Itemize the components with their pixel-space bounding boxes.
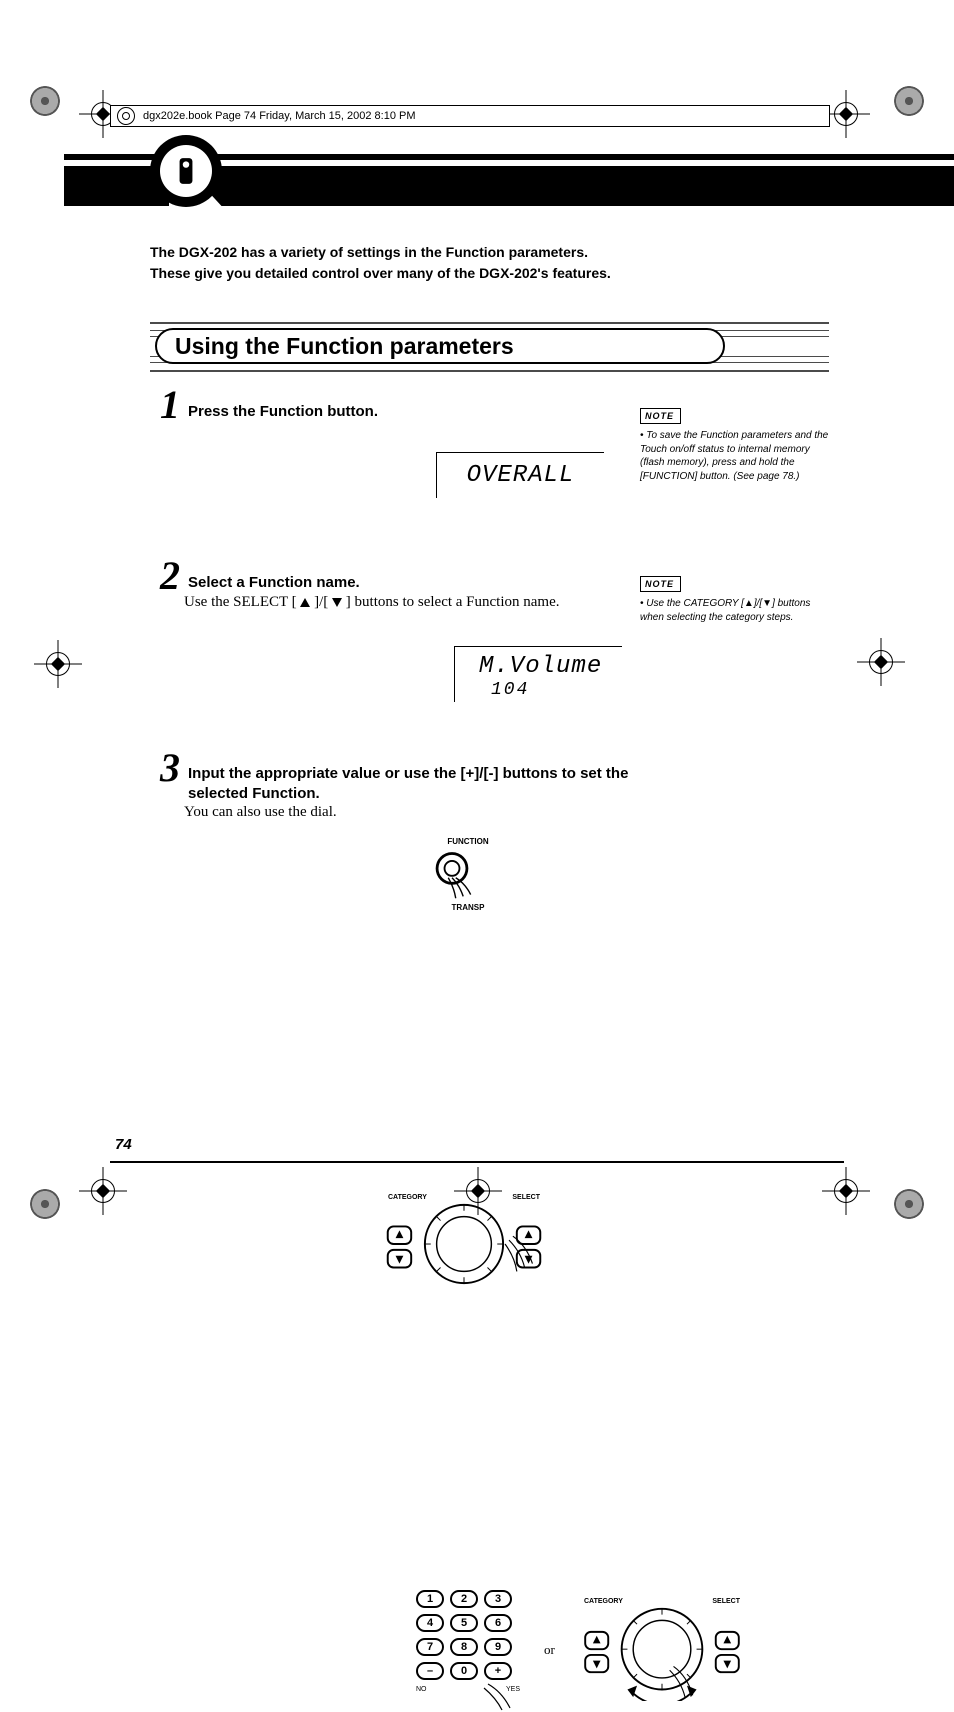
- note-label: NOTE: [640, 576, 681, 592]
- step-heading: Select a Function name.: [188, 574, 360, 591]
- registration-target-icon: [863, 644, 899, 680]
- registration-target-icon: [85, 1173, 121, 1209]
- key: 3: [484, 1590, 512, 1608]
- note-callout: NOTE Use the CATEGORY [▲]/[▼] buttons wh…: [640, 576, 830, 624]
- key: 6: [484, 1614, 512, 1632]
- section-header: Using the Function parameters: [150, 316, 829, 378]
- step-number: 2: [160, 552, 180, 599]
- ring-icon: [117, 107, 135, 125]
- note-text: To save the Function parameters and the …: [640, 429, 830, 483]
- key: 2: [450, 1590, 478, 1608]
- label: CATEGORY: [584, 1598, 623, 1605]
- page-rule: [110, 1161, 844, 1163]
- intro-line: The DGX-202 has a variety of settings in…: [150, 242, 790, 263]
- lcd-value: 104: [491, 680, 529, 700]
- keypad-illustration: 1 2 3 4 5 6 7 8 9 – 0 + NO YES: [416, 1590, 520, 1693]
- key: 8: [450, 1638, 478, 1656]
- lcd-display: M.Volume 104: [454, 646, 622, 702]
- step-number: 3: [160, 744, 180, 791]
- key: 4: [416, 1614, 444, 1632]
- function-icon: [160, 145, 212, 197]
- key: 0: [450, 1662, 478, 1680]
- key: +: [484, 1662, 512, 1680]
- registration-target-icon: [40, 646, 76, 682]
- book-header-bar: dgx202e.book Page 74 Friday, March 15, 2…: [110, 105, 830, 127]
- lcd-text: OVERALL: [467, 462, 575, 489]
- or-label: or: [544, 1642, 555, 1658]
- dial-illustration: CATEGORY SELECT: [384, 1194, 544, 1294]
- lcd-text: M.Volume: [479, 653, 602, 680]
- crop-mark-icon: [894, 1189, 924, 1219]
- page-title-banner: Function: [64, 154, 954, 208]
- label: CATEGORY: [388, 1194, 427, 1201]
- step-body: Use the SELECT [ ]/[ ] buttons to select…: [184, 594, 624, 611]
- step-body: You can also use the dial.: [184, 804, 337, 821]
- note-label: NOTE: [640, 408, 681, 424]
- section-title: Using the Function parameters: [155, 328, 725, 364]
- registration-target-icon: [828, 96, 864, 132]
- key: 5: [450, 1614, 478, 1632]
- page-title: Function: [240, 160, 451, 215]
- book-header-text: dgx202e.book Page 74 Friday, March 15, 2…: [143, 110, 416, 122]
- page-number: 74: [115, 1136, 132, 1153]
- key: 9: [484, 1638, 512, 1656]
- note-callout: NOTE To save the Function parameters and…: [640, 408, 830, 483]
- key: 1: [416, 1590, 444, 1608]
- step-3: 3 Input the appropriate value or use the…: [160, 760, 800, 990]
- step-heading: Input the appropriate value or use the […: [188, 764, 648, 803]
- key: –: [416, 1662, 444, 1680]
- crop-mark-icon: [30, 1189, 60, 1219]
- step-heading: Press the Function button.: [188, 403, 378, 420]
- label: NO: [416, 1686, 427, 1693]
- key: 7: [416, 1638, 444, 1656]
- step-number: 1: [160, 381, 180, 428]
- intro-text: The DGX-202 has a variety of settings in…: [150, 242, 790, 284]
- registration-target-icon: [828, 1173, 864, 1209]
- crop-mark-icon: [894, 86, 924, 116]
- lcd-display: OVERALL: [436, 452, 604, 498]
- triangle-down-icon: [332, 598, 342, 607]
- label: SELECT: [712, 1598, 740, 1605]
- note-text: Use the CATEGORY [▲]/[▼] buttons when se…: [640, 597, 830, 624]
- dial-illustration: CATEGORY SELECT: [578, 1598, 746, 1706]
- label: SELECT: [512, 1194, 540, 1201]
- crop-mark-icon: [30, 86, 60, 116]
- intro-line: These give you detailed control over man…: [150, 263, 790, 284]
- triangle-up-icon: [300, 598, 310, 607]
